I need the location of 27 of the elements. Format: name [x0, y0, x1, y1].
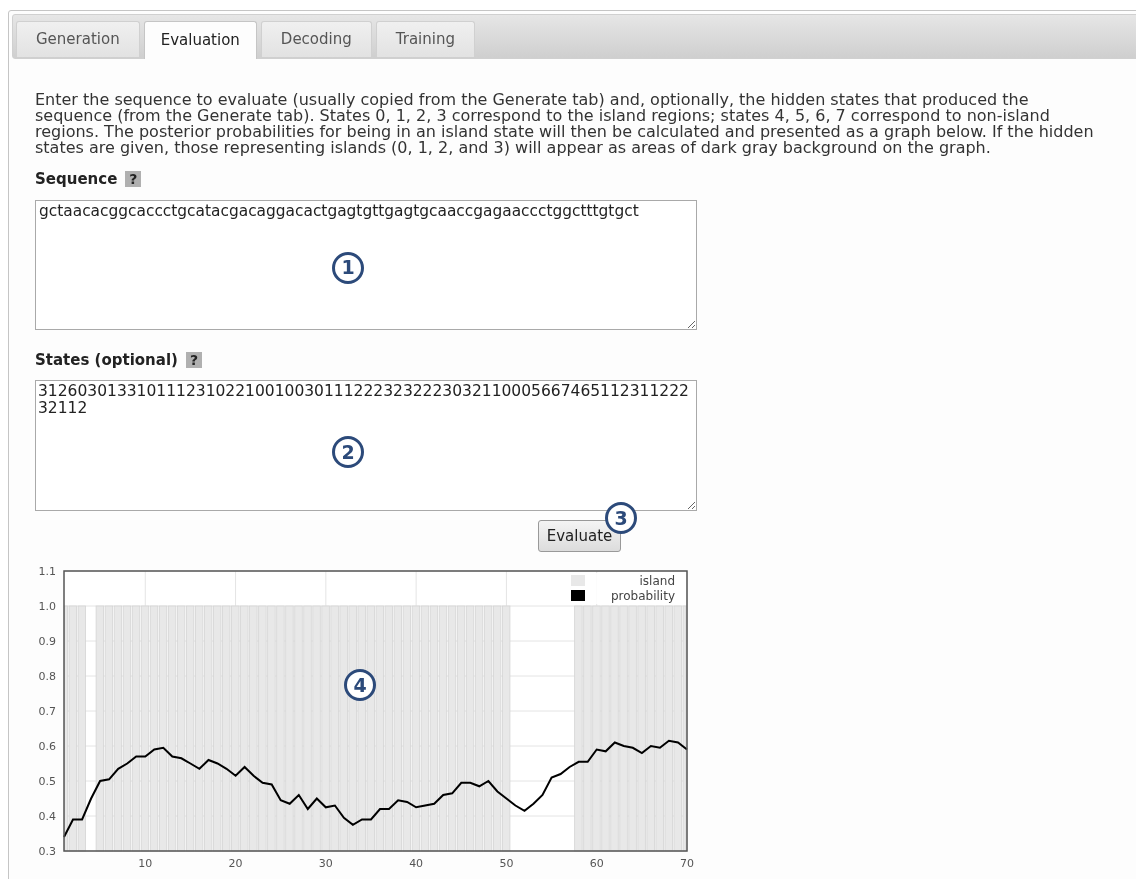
field-label: States (optional)	[35, 349, 178, 371]
legend-label: island	[639, 574, 675, 588]
legend-label: probability	[610, 589, 675, 603]
axis-label: 0.8	[38, 670, 56, 683]
axis-label: 0.7	[38, 705, 56, 718]
tab[interactable]: Training	[375, 21, 475, 57]
field-label: Sequence	[35, 169, 118, 190]
axis-label: 20	[228, 857, 243, 867]
description-text: Enter the sequence to evaluate (usually copied from the Generate tab) and, optionally, the hidden states that produced the sequence (from the Generate tab). States 0, 1, 2, 3 correspond to the island regions; states 4, 5, 6, 7 correspond to non-island regions. The posterior probabilities for being in an island state will then be calculated and presented as a graph below. If the hidden states are given, those representing islands (0, 1, 2, and 3) will appear as areas of dark gray background on the graph.	[35, 92, 1095, 156]
axis-label: 0.9	[38, 635, 56, 648]
help-button[interactable]: ?	[185, 351, 203, 368]
axis-label: 1.1	[38, 565, 56, 578]
axis-label: 30	[318, 857, 333, 867]
axis-label: 50	[499, 857, 514, 867]
axis-label: 10	[138, 857, 153, 867]
axis-label: 40	[409, 857, 424, 867]
tab[interactable]: Evaluation	[143, 21, 257, 59]
axis-label: 1.0	[38, 600, 56, 613]
tab[interactable]: Generation	[16, 21, 140, 57]
axis-label: 0.5	[38, 775, 56, 788]
axis-label: 0.6	[38, 740, 56, 753]
tab[interactable]: Decoding	[260, 21, 372, 57]
axis-label: 60	[589, 857, 604, 867]
axis-label: 70	[680, 857, 694, 867]
axis-label: 0.4	[38, 810, 56, 823]
axis-label: 0.3	[38, 845, 56, 858]
help-button[interactable]: ?	[125, 171, 142, 188]
